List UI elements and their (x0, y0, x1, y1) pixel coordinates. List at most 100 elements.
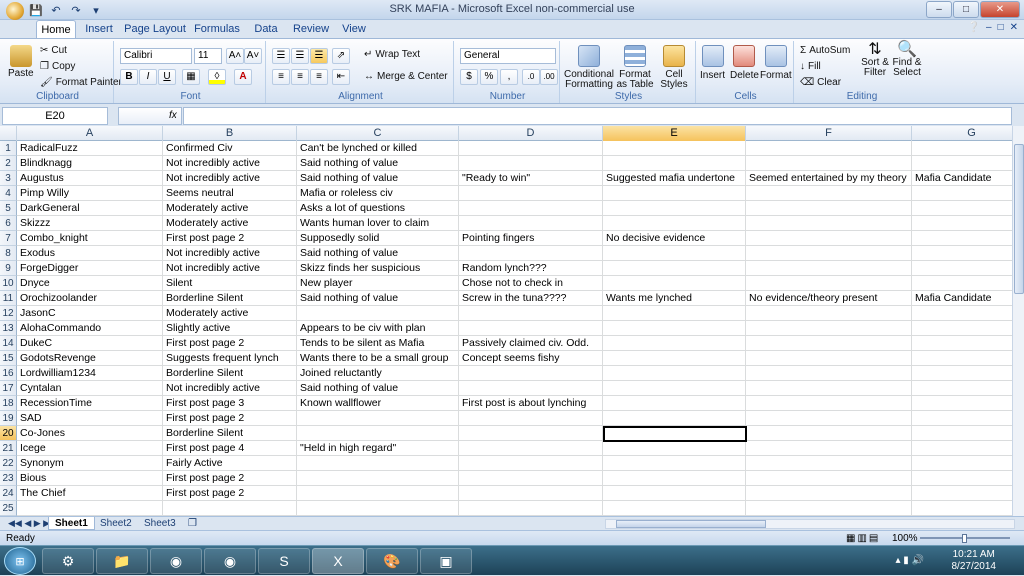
cell-b1[interactable]: Confirmed Civ (163, 141, 297, 156)
insert-sheet-icon[interactable]: ❐ (182, 517, 203, 530)
row-header-19[interactable]: 19 (0, 411, 17, 426)
cell-styles-button[interactable]: Cell Styles (656, 45, 692, 90)
cell-c4[interactable]: Mafia or roleless civ (297, 186, 459, 201)
cell-c16[interactable]: Joined reluctantly (297, 366, 459, 381)
row-header-21[interactable]: 21 (0, 441, 17, 456)
cell-c6[interactable]: Wants human lover to claim (297, 216, 459, 231)
cell-b7[interactable]: First post page 2 (163, 231, 297, 246)
cell-c21[interactable]: "Held in high regard" (297, 441, 459, 456)
cell-e4[interactable] (603, 186, 746, 201)
copy-button[interactable]: ❐ Copy (40, 61, 75, 72)
cell-g7[interactable] (912, 231, 1012, 246)
cell-g5[interactable] (912, 201, 1012, 216)
row-header-16[interactable]: 16 (0, 366, 17, 381)
decrease-decimal-icon[interactable]: .00 (540, 69, 558, 85)
cell-e6[interactable] (603, 216, 746, 231)
cell-b17[interactable]: Not incredibly active (163, 381, 297, 396)
column-header-c[interactable]: C (297, 126, 459, 141)
cell-f7[interactable] (746, 231, 912, 246)
cell-c10[interactable]: New player (297, 276, 459, 291)
cell-b20[interactable]: Borderline Silent (163, 426, 297, 441)
row-header-18[interactable]: 18 (0, 396, 17, 411)
system-clock[interactable]: 10:21 AM 8/27/2014 (952, 549, 997, 573)
cell-f19[interactable] (746, 411, 912, 426)
cell-f10[interactable] (746, 276, 912, 291)
cell-a15[interactable]: GodotsRevenge (17, 351, 163, 366)
cell-f18[interactable] (746, 396, 912, 411)
row-header-9[interactable]: 9 (0, 261, 17, 276)
row-header-15[interactable]: 15 (0, 351, 17, 366)
sheet-tab-2[interactable]: Sheet2 (94, 517, 138, 530)
row-header-20[interactable]: 20 (0, 426, 17, 441)
cell-d14[interactable]: Passively claimed civ. Odd. (459, 336, 603, 351)
cell-g8[interactable] (912, 246, 1012, 261)
cell-g15[interactable] (912, 351, 1012, 366)
align-middle-icon[interactable]: ☰ (291, 48, 309, 64)
cell-e19[interactable] (603, 411, 746, 426)
delete-cells-button[interactable]: Delete (730, 45, 759, 81)
cell-d24[interactable] (459, 486, 603, 501)
cell-b12[interactable]: Moderately active (163, 306, 297, 321)
cell-f21[interactable] (746, 441, 912, 456)
cell-d20[interactable] (459, 426, 603, 441)
cell-c18[interactable]: Known wallflower (297, 396, 459, 411)
cell-c22[interactable] (297, 456, 459, 471)
fill-button[interactable]: ↓ Fill (800, 61, 821, 72)
cell-b19[interactable]: First post page 2 (163, 411, 297, 426)
conditional-formatting-button[interactable]: Conditional Formatting (564, 45, 614, 90)
sheet-tab-1[interactable]: Sheet1 (48, 517, 95, 530)
cell-e12[interactable] (603, 306, 746, 321)
cell-f2[interactable] (746, 156, 912, 171)
cell-c20[interactable] (297, 426, 459, 441)
cell-b16[interactable]: Borderline Silent (163, 366, 297, 381)
cell-b24[interactable]: First post page 2 (163, 486, 297, 501)
ribbon-minimize-icon[interactable]: – (986, 22, 992, 33)
cell-d10[interactable]: Chose not to check in (459, 276, 603, 291)
row-header-12[interactable]: 12 (0, 306, 17, 321)
underline-icon[interactable]: U (158, 69, 176, 85)
cell-f4[interactable] (746, 186, 912, 201)
cell-b9[interactable]: Not incredibly active (163, 261, 297, 276)
sort-filter-button[interactable]: ⇅ Sort & Filter (860, 42, 890, 78)
row-header-10[interactable]: 10 (0, 276, 17, 291)
font-size-combo[interactable]: 11 (194, 48, 222, 64)
steam-icon[interactable]: ⚙ (42, 548, 94, 574)
cell-e11[interactable]: Wants me lynched (603, 291, 746, 306)
cell-c8[interactable]: Said nothing of value (297, 246, 459, 261)
cell-e10[interactable] (603, 276, 746, 291)
insert-function-button[interactable]: fx (118, 107, 182, 125)
row-header-13[interactable]: 13 (0, 321, 17, 336)
cell-a4[interactable]: Pimp Willy (17, 186, 163, 201)
cell-b25[interactable] (163, 501, 297, 516)
cell-d12[interactable] (459, 306, 603, 321)
cell-d17[interactable] (459, 381, 603, 396)
row-header-17[interactable]: 17 (0, 381, 17, 396)
currency-icon[interactable]: $ (460, 69, 478, 85)
cell-e3[interactable]: Suggested mafia undertone (603, 171, 746, 186)
cell-d22[interactable] (459, 456, 603, 471)
cell-d5[interactable] (459, 201, 603, 216)
cell-e8[interactable] (603, 246, 746, 261)
increase-decimal-icon[interactable]: .0 (522, 69, 540, 85)
comma-icon[interactable]: , (500, 69, 518, 85)
insert-cells-button[interactable]: Insert (700, 45, 725, 81)
cell-a10[interactable]: Dnyce (17, 276, 163, 291)
zoom-slider-thumb[interactable] (962, 534, 967, 543)
cell-f22[interactable] (746, 456, 912, 471)
ribbon-close-icon[interactable]: ✕ (1010, 22, 1018, 33)
cell-g4[interactable] (912, 186, 1012, 201)
column-header-e[interactable]: E (603, 126, 746, 141)
cell-f6[interactable] (746, 216, 912, 231)
select-all-corner[interactable] (0, 126, 17, 141)
cell-g23[interactable] (912, 471, 1012, 486)
file-explorer-icon[interactable]: 📁 (96, 548, 148, 574)
cell-c9[interactable]: Skizz finds her suspicious (297, 261, 459, 276)
row-header-8[interactable]: 8 (0, 246, 17, 261)
bold-icon[interactable]: B (120, 69, 138, 85)
cell-a25[interactable] (17, 501, 163, 516)
cell-e5[interactable] (603, 201, 746, 216)
grow-font-icon[interactable]: A˄ (226, 48, 244, 64)
row-header-25[interactable]: 25 (0, 501, 17, 516)
cell-e18[interactable] (603, 396, 746, 411)
cell-g14[interactable] (912, 336, 1012, 351)
